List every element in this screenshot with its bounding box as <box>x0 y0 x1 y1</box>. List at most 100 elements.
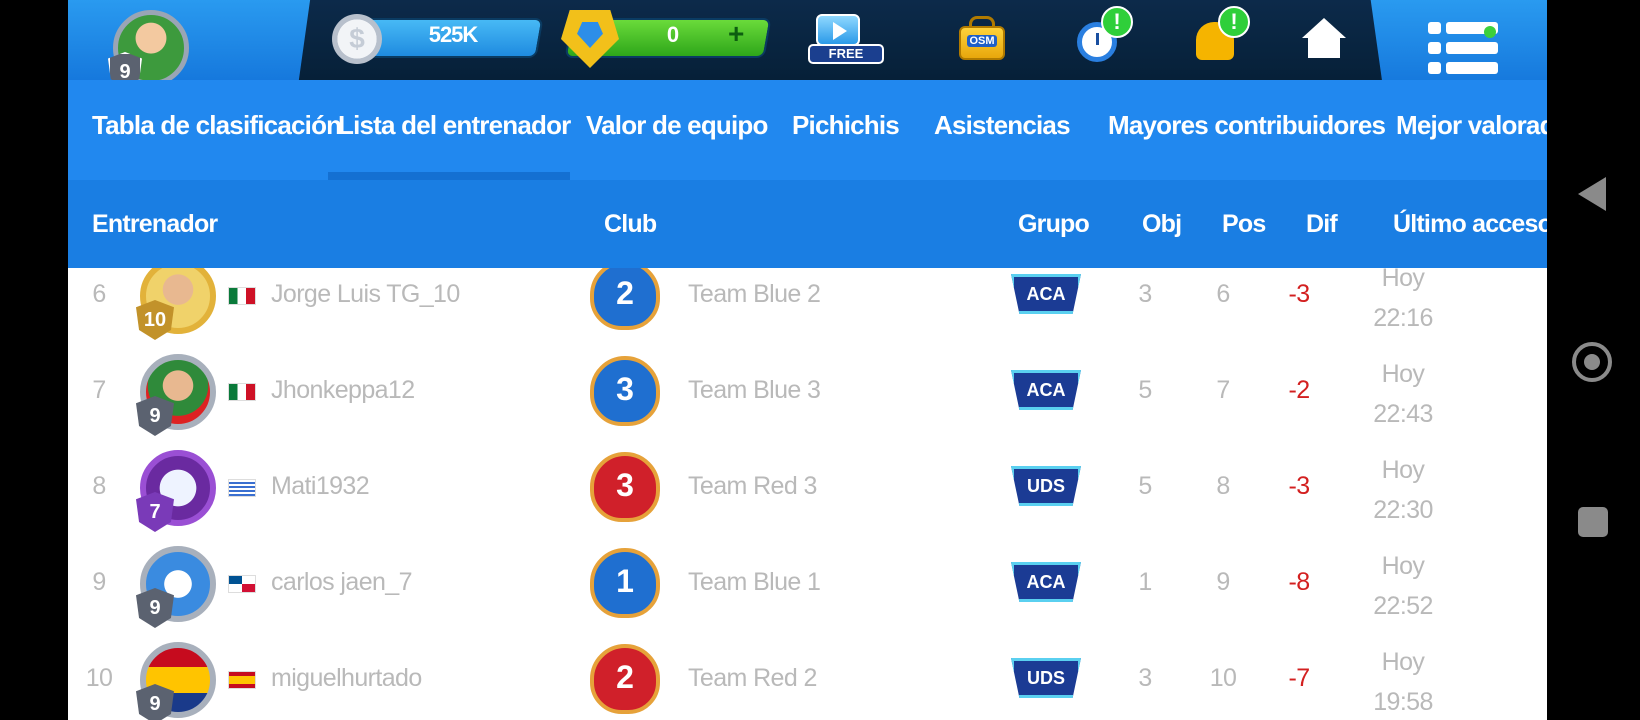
difference: -3 <box>1288 472 1310 500</box>
osm-bag-label: OSM <box>967 35 997 47</box>
menu-dot <box>1428 62 1441 74</box>
difference: -3 <box>1288 280 1310 308</box>
menu-icon <box>1428 22 1441 34</box>
coach-name: miguelhurtado <box>271 664 422 692</box>
objective: 1 <box>1138 568 1152 596</box>
coach-name: carlos jaen_7 <box>271 568 413 596</box>
coach-name: Jorge Luis TG_10 <box>271 280 460 308</box>
coins-value: 525K <box>428 22 479 47</box>
home-button[interactable] <box>1300 18 1348 60</box>
coach-name: Jhonkeppa12 <box>271 376 415 404</box>
back-icon[interactable] <box>1578 177 1606 211</box>
objective: 5 <box>1138 376 1152 404</box>
group-badge: UDS <box>1011 658 1081 698</box>
group-badge: ACA <box>1011 562 1081 602</box>
table-row[interactable]: 9 9 carlos jaen_7 1 Team Blue 1 ACA 1 9 … <box>68 534 1547 630</box>
team-shirt-icon: 3 <box>590 452 660 522</box>
osm-bag-icon: OSM <box>959 26 1005 60</box>
menu-button[interactable] <box>1428 22 1498 78</box>
flag-panama-icon <box>228 575 256 593</box>
top-bar: 9 $ 525K 0 + FREE OSM ! ! <box>68 0 1547 106</box>
video-icon <box>816 14 860 46</box>
tab-asistencias[interactable]: Asistencias <box>934 110 1071 141</box>
team-shirt-icon: 1 <box>590 548 660 618</box>
team-shirt-icon: 2 <box>590 644 660 714</box>
coach-list: 6 10 Jorge Luis TG_10 2 Team Blue 2 ACA … <box>68 268 1547 720</box>
table-row[interactable]: 10 9 miguelhurtado 2 Team Red 2 UDS 3 10… <box>68 630 1547 720</box>
club-name: Team Red 2 <box>688 664 817 692</box>
objective: 5 <box>1138 472 1152 500</box>
tab-pichichis[interactable]: Pichichis <box>792 110 900 141</box>
tab-tabla-de-clasificacion[interactable]: Tabla de clasificación <box>92 110 342 141</box>
last-access: Hoy 19:58 <box>1328 642 1478 720</box>
group-badge: ACA <box>1011 274 1081 314</box>
col-dif[interactable]: Dif <box>1306 210 1338 239</box>
menu-line <box>1446 42 1498 54</box>
last-access-day: Hoy <box>1381 268 1425 292</box>
col-obj[interactable]: Obj <box>1142 210 1182 239</box>
club-name: Team Red 3 <box>688 472 817 500</box>
tab-lista-del-entrenador[interactable]: Lista del entrenador <box>338 110 571 141</box>
timer-button[interactable]: ! <box>1071 6 1133 68</box>
free-label: FREE <box>808 44 884 64</box>
tab-mejor-valorados[interactable]: Mejor valorados <box>1396 110 1547 141</box>
coach-name: Mati1932 <box>271 472 370 500</box>
team-shirt-icon: 2 <box>590 268 660 330</box>
col-club[interactable]: Club <box>604 210 657 239</box>
menu-notification-dot <box>1484 26 1496 38</box>
last-access-time: 19:58 <box>1373 688 1433 716</box>
last-access-time: 22:52 <box>1373 592 1433 620</box>
recents-icon[interactable] <box>1578 507 1608 537</box>
tab-valor-de-equipo[interactable]: Valor de equipo <box>586 110 768 141</box>
club-name: Team Blue 3 <box>688 376 821 404</box>
token-icon <box>561 10 619 68</box>
bell-alert-badge: ! <box>1218 6 1250 38</box>
last-access-time: 22:16 <box>1373 304 1433 332</box>
last-access-day: Hoy <box>1381 360 1425 388</box>
rank: 7 <box>92 376 106 404</box>
last-access-day: Hoy <box>1381 552 1425 580</box>
table-row[interactable]: 8 7 Mati1932 3 Team Red 3 UDS 5 8 -3 Hoy… <box>68 438 1547 534</box>
level-badge: 10 <box>136 300 174 340</box>
table-row[interactable]: 6 10 Jorge Luis TG_10 2 Team Blue 2 ACA … <box>68 268 1547 342</box>
col-pos[interactable]: Pos <box>1222 210 1266 239</box>
table-row[interactable]: 7 9 Jhonkeppa12 3 Team Blue 3 ACA 5 7 -2… <box>68 342 1547 438</box>
position: 9 <box>1216 568 1230 596</box>
col-last-access[interactable]: Último acceso <box>1393 210 1547 239</box>
tokens-value: 0 <box>666 22 680 47</box>
group-badge: UDS <box>1011 466 1081 506</box>
free-video-button[interactable]: FREE <box>808 14 884 66</box>
notifications-button[interactable]: ! <box>1188 6 1250 68</box>
club-name: Team Blue 1 <box>688 568 821 596</box>
col-group[interactable]: Grupo <box>1018 210 1090 239</box>
flag-spain-icon <box>228 671 256 689</box>
rank: 10 <box>85 664 113 692</box>
home-circle-icon[interactable] <box>1572 342 1612 382</box>
last-access: Hoy 22:52 <box>1328 546 1478 626</box>
col-coach[interactable]: Entrenador <box>92 210 218 239</box>
osm-bag-button[interactable]: OSM <box>953 12 1009 68</box>
rank: 9 <box>92 568 106 596</box>
difference: -2 <box>1288 376 1310 404</box>
level-badge: 9 <box>136 684 174 720</box>
difference: -7 <box>1288 664 1310 692</box>
rank: 6 <box>92 280 106 308</box>
rank: 8 <box>92 472 106 500</box>
team-shirt-icon: 3 <box>590 356 660 426</box>
menu-line <box>1446 62 1498 74</box>
tab-bar: Tabla de clasificación Lista del entrena… <box>68 80 1547 180</box>
menu-dot <box>1428 42 1441 54</box>
last-access-day: Hoy <box>1381 456 1425 484</box>
position: 10 <box>1209 664 1237 692</box>
last-access: Hoy 22:16 <box>1328 268 1478 338</box>
tab-mayores-contribuidores[interactable]: Mayores contribuidores <box>1108 110 1386 141</box>
add-tokens-button[interactable]: + <box>728 18 744 50</box>
last-access-day: Hoy <box>1381 648 1425 676</box>
home-icon <box>1308 36 1340 58</box>
difference: -8 <box>1288 568 1310 596</box>
position: 7 <box>1216 376 1230 404</box>
flag-uruguay-icon <box>228 479 256 497</box>
level-badge: 7 <box>136 492 174 532</box>
dollar-coin-icon: $ <box>332 14 382 64</box>
last-access-time: 22:30 <box>1373 496 1433 524</box>
